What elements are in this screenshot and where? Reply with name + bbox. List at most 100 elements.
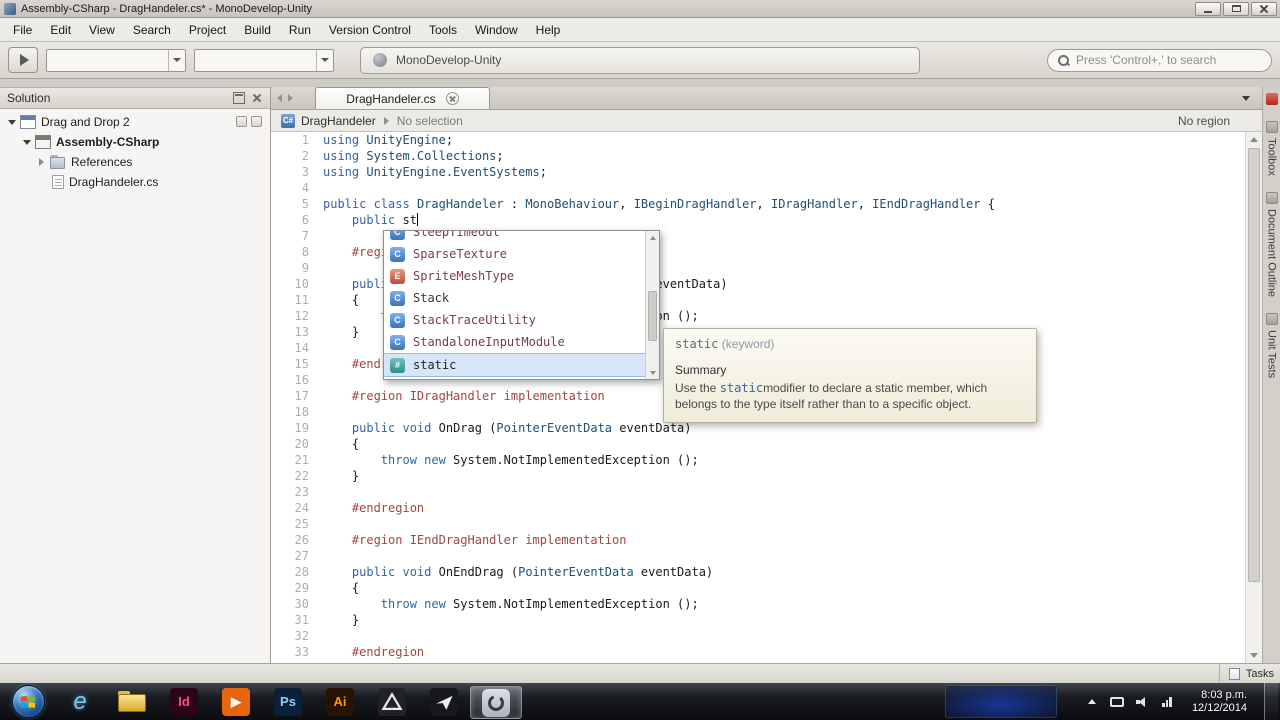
expander-icon[interactable] [34,155,49,169]
run-button[interactable] [8,47,38,73]
line-number-gutter[interactable]: 5 [271,196,317,212]
code-text[interactable]: public void OnEndDrag (PointerEventData … [323,564,713,580]
line-number-gutter[interactable]: 32 [271,628,317,644]
target-dropdown[interactable] [194,48,334,72]
pad-tab-toolbox[interactable]: Toolbox [1265,121,1278,176]
line-number-gutter[interactable]: 28 [271,564,317,580]
pad-tab-unit-tests[interactable]: Unit Tests [1265,312,1278,378]
taskbar-clock[interactable]: 8:03 p.m. 12/12/2014 [1184,689,1255,715]
line-number-gutter[interactable]: 29 [271,580,317,596]
code-text[interactable]: using UnityEngine.EventSystems; [323,164,547,180]
menu-window[interactable]: Window [466,19,527,41]
menu-search[interactable]: Search [124,19,180,41]
tray-expand-icon[interactable] [1084,694,1100,710]
menu-build[interactable]: Build [235,19,280,41]
start-button[interactable] [2,683,54,720]
tab-draghandeler[interactable]: DragHandeler.cs [315,87,490,109]
breadcrumb-selection[interactable]: No selection [397,114,463,128]
menu-run[interactable]: Run [280,19,320,41]
line-number-gutter[interactable]: 30 [271,596,317,612]
line-number-gutter[interactable]: 17 [271,388,317,404]
line-number-gutter[interactable]: 14 [271,340,317,356]
code-text[interactable]: #region IDragHandler implementation [323,388,605,404]
configuration-dropdown-arrow[interactable] [168,49,185,71]
nav-back-icon[interactable] [277,94,282,102]
row-menu-icon[interactable] [251,116,262,127]
internet-explorer-icon[interactable]: e [54,683,106,720]
completion-item-spritemeshtype[interactable]: E SpriteMeshType [384,265,645,287]
line-number-gutter[interactable]: 11 [271,292,317,308]
minimize-button[interactable] [1195,1,1221,16]
code-text[interactable]: public void OnDrag (PointerEventData eve… [323,420,692,436]
line-number-gutter[interactable]: 22 [271,468,317,484]
unity-icon[interactable] [366,683,418,720]
tab-close-icon[interactable] [445,92,459,105]
menu-view[interactable]: View [80,19,124,41]
menu-file[interactable]: File [4,19,41,41]
line-number-gutter[interactable]: 8 [271,244,317,260]
menu-help[interactable]: Help [527,19,570,41]
line-number-gutter[interactable]: 26 [271,532,317,548]
line-number-gutter[interactable]: 31 [271,612,317,628]
line-number-gutter[interactable]: 21 [271,452,317,468]
tree-item-draghandeler-cs[interactable]: DragHandeler.cs [0,172,270,192]
row-options-icon[interactable] [236,116,247,127]
volume-icon[interactable] [1134,694,1150,710]
line-number-gutter[interactable]: 4 [271,180,317,196]
tree-item-references[interactable]: References [0,152,270,172]
scroll-down-icon[interactable] [646,366,659,379]
illustrator-icon[interactable]: Ai [314,683,366,720]
code-text[interactable]: public class DragHandeler : MonoBehaviou… [323,196,995,212]
close-button[interactable] [1251,1,1277,16]
breadcrumb-class[interactable]: DragHandeler [301,114,376,128]
pad-tab-document-outline[interactable]: Document Outline [1265,191,1278,297]
completion-item-standaloneinputmodule[interactable]: C StandaloneInputModule [384,331,645,353]
code-text[interactable]: { [323,436,359,452]
code-text[interactable]: using System.Collections; [323,148,504,164]
code-text[interactable]: } [323,612,359,628]
completion-item-sleeptimeout[interactable]: C SleepTimeout [384,231,645,243]
line-number-gutter[interactable]: 1 [271,132,317,148]
code-text[interactable]: } [323,324,359,340]
line-number-gutter[interactable]: 20 [271,436,317,452]
code-text[interactable]: #endregion [323,500,424,516]
code-text[interactable]: throw new System.NotImplementedException… [323,452,699,468]
line-number-gutter[interactable]: 15 [271,356,317,372]
network-icon[interactable] [1159,694,1175,710]
line-number-gutter[interactable]: 24 [271,500,317,516]
errors-pad-icon[interactable] [1265,93,1278,105]
line-number-gutter[interactable]: 16 [271,372,317,388]
tree-item-drag-and-drop-2[interactable]: Drag and Drop 2 [0,112,270,132]
code-text[interactable]: #region IEndDragHandler implementation [323,532,627,548]
show-desktop-button[interactable] [1264,683,1278,720]
line-number-gutter[interactable]: 23 [271,484,317,500]
close-pad-icon[interactable] [251,92,263,104]
line-number-gutter[interactable]: 10 [271,276,317,292]
nav-forward-icon[interactable] [288,94,293,102]
line-number-gutter[interactable]: 2 [271,148,317,164]
indesign-icon[interactable]: Id [158,683,210,720]
media-app-icon[interactable]: ▶ [210,683,262,720]
tab-list-dropdown-icon[interactable] [1242,96,1250,101]
dock-pad-icon[interactable] [233,92,245,104]
code-text[interactable]: { [323,580,359,596]
completion-item-static[interactable]: # static [384,353,645,377]
scroll-up-icon[interactable] [646,231,659,244]
line-number-gutter[interactable]: 9 [271,260,317,276]
configuration-dropdown[interactable] [46,48,186,72]
windows-explorer-icon[interactable] [106,683,158,720]
expander-icon[interactable] [19,135,34,149]
code-editor[interactable]: 1 using UnityEngine; 2 using System.Collect… [271,132,1262,663]
menu-tools[interactable]: Tools [420,19,466,41]
code-text[interactable]: using UnityEngine; [323,132,453,148]
autocomplete-scrollbar[interactable] [645,231,659,379]
global-search[interactable] [1047,48,1272,72]
tasks-pad-button[interactable]: Tasks [1218,664,1274,683]
title-bar[interactable]: Assembly-CSharp - DragHandeler.cs* - Mon… [0,0,1280,18]
restore-button[interactable] [1223,1,1249,16]
editor-scrollbar[interactable] [1245,132,1262,663]
target-dropdown-arrow[interactable] [316,49,333,71]
line-number-gutter[interactable]: 3 [271,164,317,180]
scroll-down-icon[interactable] [1246,648,1262,663]
scrollbar-thumb[interactable] [648,291,657,341]
